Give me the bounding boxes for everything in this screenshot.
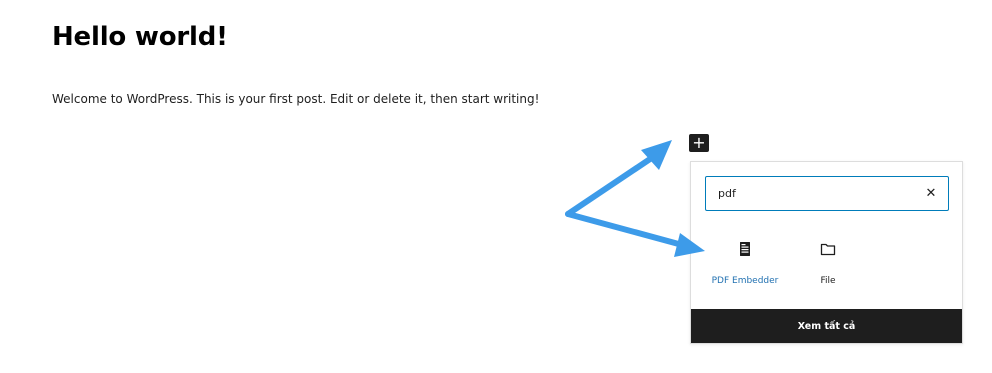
block-inserter-toggle-button[interactable]: + (689, 134, 709, 152)
folder-icon (788, 238, 868, 260)
block-item-label: PDF Embedder (711, 276, 779, 286)
annotation-arrow (565, 211, 705, 257)
close-icon[interactable]: ✕ (914, 177, 948, 210)
block-inserter-popover: ✕ PDF Embedder File Xem tất cả (690, 161, 963, 344)
browse-all-button[interactable]: Xem tất cả (691, 309, 962, 343)
annotation-arrow (565, 140, 672, 217)
block-item-pdf-embedder[interactable]: PDF Embedder (705, 238, 785, 286)
block-item-label: File (820, 276, 836, 286)
plus-icon: + (692, 133, 706, 152)
block-item-file[interactable]: File (788, 238, 868, 286)
document-icon (705, 238, 785, 260)
block-search-box: ✕ (705, 176, 949, 211)
post-paragraph[interactable]: Welcome to WordPress. This is your first… (52, 92, 539, 106)
block-search-input[interactable] (706, 177, 914, 210)
post-title[interactable]: Hello world! (52, 22, 228, 52)
